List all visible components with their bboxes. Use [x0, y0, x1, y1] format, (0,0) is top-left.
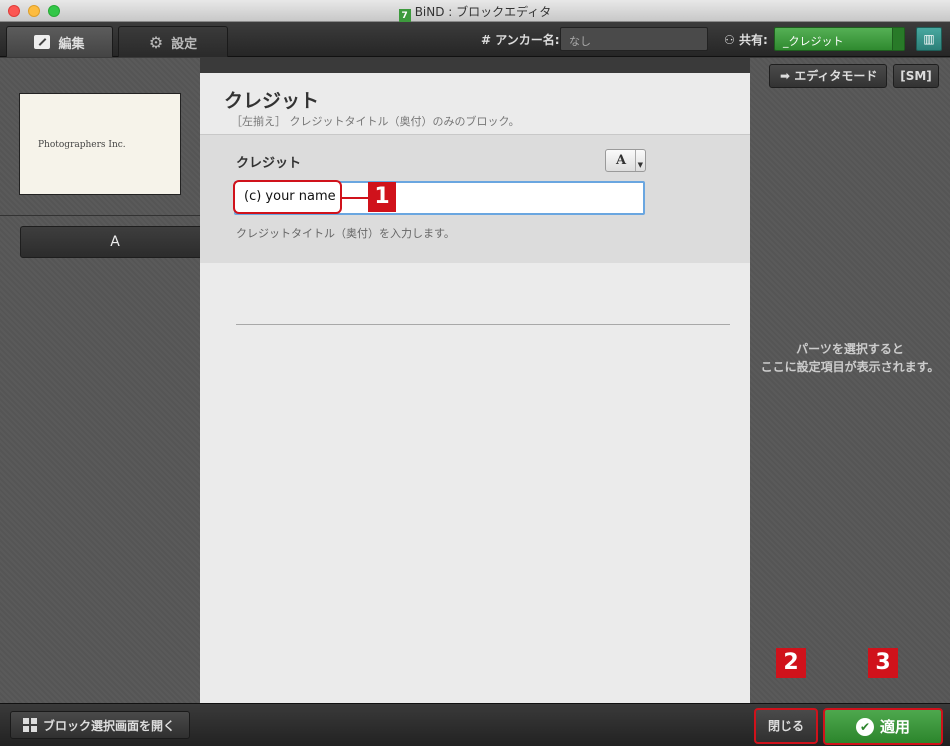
share-select[interactable]: _クレジット	[774, 27, 905, 51]
open-block-select-button[interactable]: ブロック選択画面を開く	[10, 711, 190, 739]
main-top-gap	[200, 58, 750, 73]
editor-mode-button[interactable]: ➡ エディタモード	[769, 64, 887, 88]
tab-edit[interactable]: 編集	[6, 26, 113, 57]
title-bar: 7 BiND : ブロックエディタ	[0, 0, 950, 23]
share-icon: ⚇	[724, 33, 735, 47]
anchor-label: # アンカー名:	[481, 33, 560, 47]
properties-panel: ➡ エディタモード [SM] パーツを選択すると ここに設定項目が表示されます。…	[750, 58, 950, 703]
field-divider	[236, 324, 730, 325]
sm-button[interactable]: [SM]	[893, 64, 939, 88]
tab-settings-label: 設定	[171, 36, 198, 52]
open-block-select-label: ブロック選択画面を開く	[43, 718, 176, 733]
chevron-down-icon: ▼	[634, 150, 643, 171]
gear-icon: ⚙	[148, 32, 164, 52]
block-item-a[interactable]: A	[20, 226, 210, 258]
font-style-label: A	[616, 153, 627, 168]
callout-2: 2	[776, 648, 806, 678]
toolbar: 編集 ⚙ 設定 # アンカー名: なし ⚇ 共有: _クレジット ▥	[0, 22, 950, 57]
window-title-wrap: 7 BiND : ブロックエディタ	[0, 3, 950, 23]
credit-field-help: クレジットタイトル（奥付）を入力します。	[236, 227, 455, 240]
window-title: BiND : ブロックエディタ	[414, 5, 552, 19]
anchor-name-value: なし	[569, 35, 591, 48]
block-thumbnail[interactable]: Photographers Inc.	[19, 93, 181, 195]
arrow-right-icon: ➡	[780, 69, 791, 83]
block-list-panel: Photographers Inc. A	[0, 58, 210, 703]
apply-button[interactable]: ✔ 適用	[823, 708, 943, 745]
manual-button[interactable]: ▥	[916, 27, 942, 51]
callout-3: 3	[868, 648, 898, 678]
callout-line	[342, 197, 368, 199]
tab-settings[interactable]: ⚙ 設定	[118, 26, 228, 57]
bottom-bar: ブロック選択画面を開く 閉じる ✔ 適用	[0, 703, 950, 746]
anchor-name-input[interactable]: なし	[560, 27, 708, 51]
chevron-down-icon	[892, 28, 904, 50]
thumbnail-text: Photographers Inc.	[38, 140, 126, 150]
font-style-button[interactable]: A ▼	[605, 149, 646, 172]
share-label: ⚇ 共有:	[724, 31, 768, 48]
share-select-value: _クレジット	[783, 35, 844, 48]
hint-line-2: ここに設定項目が表示されます。	[760, 360, 940, 374]
callout-1: 1	[368, 182, 396, 212]
block-description: ［左揃え］ クレジットタイトル（奥付）のみのブロック。	[231, 115, 520, 128]
divider	[0, 215, 200, 216]
editor-mode-label: エディタモード	[794, 69, 878, 83]
pencil-icon	[34, 35, 51, 49]
block-title: クレジット	[224, 90, 320, 112]
credit-field-label: クレジット	[236, 156, 302, 171]
close-button[interactable]: 閉じる	[754, 708, 818, 744]
credit-input-value[interactable]: (c) your name	[233, 180, 342, 214]
apply-label: 適用	[879, 718, 910, 736]
grid-icon	[23, 718, 37, 732]
book-icon: ▥	[923, 32, 935, 46]
credit-field-group: クレジット A ▼ (c) your name 1 クレジットタイトル（奥付）を…	[200, 134, 750, 325]
share-label-text: 共有:	[738, 33, 768, 47]
editor-main: クレジット ［左揃え］ クレジットタイトル（奥付）のみのブロック。 クレジット …	[200, 73, 750, 703]
properties-hint: パーツを選択すると ここに設定項目が表示されます。	[750, 340, 950, 376]
tab-edit-label: 編集	[58, 36, 85, 52]
check-icon: ✔	[855, 717, 874, 736]
app-icon: 7	[398, 9, 411, 23]
hint-line-1: パーツを選択すると	[796, 342, 904, 356]
